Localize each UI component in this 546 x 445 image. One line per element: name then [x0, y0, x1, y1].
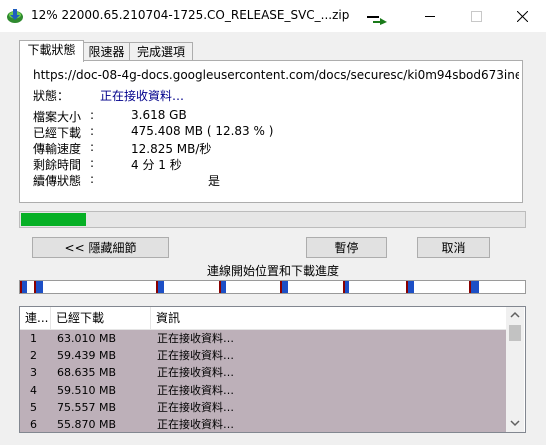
segment-start-marker: [219, 281, 221, 293]
info-label: 剩餘時間: [33, 158, 82, 172]
cell-info: 正在接收資料…: [157, 332, 234, 345]
segment-start-marker: [280, 281, 282, 293]
download-progress-bar: [19, 211, 526, 228]
cell-downloaded: 59.439 MB: [57, 349, 117, 363]
info-value: 3.618 GB: [131, 108, 187, 122]
column-header-info[interactable]: 資訊: [151, 307, 506, 329]
info-value: 是: [208, 174, 221, 188]
minimize-icon: [425, 16, 435, 17]
transfer-arrow-icon: [367, 14, 387, 25]
cell-info: 正在接收資料…: [157, 383, 234, 397]
title-bar: 12% 22000.65.210704-1725.CO_RELEASE_SVC_…: [0, 0, 546, 32]
pause-button[interactable]: 暫停: [306, 237, 387, 258]
info-colon: :: [90, 124, 95, 138]
info-value: 12.825 MB/秒: [131, 142, 212, 156]
info-colon: :: [90, 156, 95, 170]
segment-start-marker: [406, 281, 408, 293]
cancel-button[interactable]: 取消: [417, 237, 490, 258]
table-row[interactable]: 5 75.557 MB 正在接收資料…: [20, 398, 506, 416]
cell-id: 5: [30, 400, 37, 414]
chevron-up-icon: [510, 311, 520, 318]
hide-details-button[interactable]: << 隱藏細節: [32, 237, 169, 258]
status-value: 正在接收資料…: [100, 89, 185, 103]
window-title: 12% 22000.65.210704-1725.CO_RELEASE_SVC_…: [31, 8, 350, 22]
cell-id: 1: [30, 332, 37, 345]
info-label: 檔案大小: [33, 110, 82, 124]
table-row[interactable]: 3 68.635 MB 正在接收資料…: [20, 364, 506, 382]
cell-info: 正在接收資料…: [157, 349, 234, 363]
maximize-button[interactable]: [454, 0, 500, 32]
progress-fill: [21, 213, 86, 226]
cell-downloaded: 75.557 MB: [57, 400, 117, 414]
table-row[interactable]: 6 55.870 MB 正在接收資料…: [20, 415, 506, 432]
list-header: 連... 已經下載 資訊: [20, 307, 506, 330]
minimize-button[interactable]: [408, 0, 454, 32]
cell-id: 2: [30, 349, 37, 363]
download-url: https://doc-08-4g-docs.googleusercontent…: [33, 68, 519, 82]
cell-info: 正在接收資料…: [157, 400, 234, 414]
scroll-down-button[interactable]: [506, 414, 524, 431]
scroll-thumb[interactable]: [509, 325, 521, 341]
download-app-icon: [6, 8, 24, 24]
cell-id: 4: [30, 383, 37, 397]
info-colon: :: [90, 108, 95, 122]
close-icon: [517, 11, 528, 22]
status-row: 狀態： 正在接收資料…: [33, 87, 184, 104]
segment-start-marker: [34, 281, 36, 293]
table-row[interactable]: 2 59.439 MB 正在接收資料…: [20, 347, 506, 365]
cell-info: 正在接收資料…: [157, 366, 234, 380]
cell-id: 3: [30, 366, 37, 380]
cell-downloaded: 63.010 MB: [57, 332, 117, 345]
segment-start-marker: [469, 281, 471, 293]
connection-rows: 1 63.010 MB 正在接收資料… 2 59.439 MB 正在接收資料… …: [20, 330, 506, 432]
info-colon: :: [90, 140, 95, 154]
cell-downloaded: 59.510 MB: [57, 383, 117, 397]
tab-completion-options[interactable]: 完成選項: [129, 42, 193, 61]
column-header-connection[interactable]: 連...: [20, 307, 51, 329]
vertical-scrollbar[interactable]: [506, 307, 524, 432]
cell-downloaded: 55.870 MB: [57, 417, 117, 431]
info-value: 4 分 1 秒: [131, 158, 182, 172]
segments-progress-bar: [19, 280, 526, 294]
info-label: 已經下載: [33, 126, 82, 140]
cell-info: 正在接收資料…: [157, 417, 234, 431]
info-value: 475.408 MB ( 12.83 % ): [131, 124, 274, 138]
maximize-icon: [471, 11, 482, 22]
tab-download-status[interactable]: 下載狀態: [19, 40, 84, 62]
column-header-downloaded[interactable]: 已經下載: [51, 307, 151, 329]
cell-downloaded: 68.635 MB: [57, 366, 117, 380]
segment-start-marker: [20, 281, 22, 293]
segment-start-marker: [156, 281, 158, 293]
tab-speed-limiter[interactable]: 限速器: [82, 42, 131, 61]
info-colon: :: [90, 172, 95, 186]
cell-id: 6: [30, 417, 37, 431]
info-label: 續傳狀態: [33, 174, 82, 188]
status-label: 狀態：: [33, 89, 70, 103]
close-button[interactable]: [500, 0, 546, 32]
segment-start-marker: [343, 281, 345, 293]
table-row[interactable]: 1 63.010 MB 正在接收資料…: [20, 330, 506, 348]
status-panel: https://doc-08-4g-docs.googleusercontent…: [19, 60, 523, 203]
connections-list[interactable]: 連... 已經下載 資訊 1 63.010 MB 正在接收資料… 2 59.43…: [19, 306, 526, 433]
scroll-up-button[interactable]: [506, 307, 524, 324]
segments-label: 連線開始位置和下載進度: [206, 264, 339, 278]
chevron-down-icon: [510, 420, 520, 427]
table-row[interactable]: 4 59.510 MB 正在接收資料…: [20, 381, 506, 399]
info-label: 傳輸速度: [33, 142, 82, 156]
